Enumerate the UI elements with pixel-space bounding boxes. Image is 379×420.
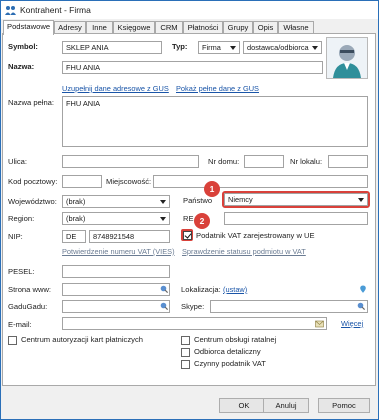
dropdown-arrow-icon — [312, 46, 318, 50]
wojewodztwo-label: Województwo: — [8, 197, 57, 206]
wojewodztwo-value: (brak) — [66, 197, 86, 206]
globe-search-icon[interactable] — [160, 302, 168, 310]
email-icon[interactable] — [315, 320, 324, 328]
dropdown-arrow-icon — [160, 200, 166, 204]
gus-full-data-link[interactable]: Pokaż pełne dane z GUS — [176, 84, 259, 94]
vat-ue-label: Podatnik VAT zarejestrowany w UE — [196, 231, 315, 240]
typ-value: Firma — [202, 43, 221, 52]
centrum-ratalne-checkbox[interactable] — [181, 336, 190, 345]
kod-pocztowy-input[interactable] — [62, 175, 102, 188]
vat-ue-checkbox[interactable] — [182, 230, 192, 240]
globe-search-icon[interactable] — [160, 285, 168, 293]
app-icon — [5, 6, 16, 15]
region-select[interactable]: (brak) — [62, 212, 170, 225]
nazwa-pelna-textarea[interactable]: FHU ANIA — [62, 96, 368, 147]
gadugadu-label: GaduGadu: — [8, 302, 48, 311]
step-badge-1: 1 — [204, 181, 220, 197]
miejscowosc-label: Miejscowość: — [106, 177, 152, 186]
globe-search-icon[interactable] — [357, 302, 365, 310]
www-input[interactable] — [62, 283, 170, 296]
role-value: dostawca/odbiorca — [247, 43, 309, 52]
pesel-label: PESEL: — [8, 267, 35, 276]
nip-prefix-input[interactable]: DE — [62, 230, 86, 243]
nazwa-pelna-label: Nazwa pełna: — [8, 98, 55, 107]
panstwo-select[interactable]: Niemcy — [224, 193, 368, 206]
tab-podstawowe[interactable]: Podstawowe — [3, 20, 54, 35]
title-bar: Kontrahent - Firma — [1, 1, 378, 19]
skype-input[interactable] — [210, 300, 368, 313]
nazwa-label: Nazwa: — [8, 62, 35, 71]
region-label: Region: — [8, 214, 35, 223]
symbol-input[interactable]: SKLEP ANIA — [62, 41, 162, 54]
nr-domu-label: Nr domu: — [208, 157, 240, 166]
gus-address-link[interactable]: Uzupełnij dane adresowe z GUS — [62, 84, 169, 94]
panstwo-label: Państwo — [183, 196, 213, 205]
email-input[interactable] — [62, 317, 327, 330]
miejscowosc-input[interactable] — [153, 175, 368, 188]
region-value: (brak) — [66, 214, 86, 223]
step-badge-2: 2 — [194, 213, 210, 229]
pesel-input[interactable] — [62, 265, 170, 278]
www-label: Strona www: — [8, 285, 52, 294]
dropdown-arrow-icon — [358, 198, 364, 202]
help-button[interactable]: Pomoc — [318, 398, 370, 413]
ulica-input[interactable] — [62, 155, 199, 168]
role-select[interactable]: dostawca/odbiorca — [243, 41, 322, 54]
nr-domu-input[interactable] — [244, 155, 284, 168]
status-vat-link[interactable]: Sprawdzenie statusu podmiotu w VAT — [182, 247, 306, 257]
nip-input[interactable]: 8748921548 — [89, 230, 170, 243]
kod-pocztowy-label: Kod pocztowy: — [8, 177, 58, 186]
nr-lokalu-label: Nr lokalu: — [290, 157, 323, 166]
typ-select[interactable]: Firma — [198, 41, 240, 54]
ulica-label: Ulica: — [8, 157, 27, 166]
avatar[interactable] — [326, 37, 368, 79]
czynny-vat-checkbox[interactable] — [181, 360, 190, 369]
dropdown-arrow-icon — [230, 46, 236, 50]
dropdown-arrow-icon — [160, 217, 166, 221]
avatar-icon — [333, 45, 361, 78]
nazwa-input[interactable]: FHU ANIA — [62, 61, 323, 74]
typ-label: Typ: — [172, 42, 188, 51]
lokalizacja-label: Lokalizacja: — [181, 285, 221, 294]
symbol-label: Symbol: — [8, 42, 38, 51]
cancel-button[interactable]: Anuluj — [263, 398, 309, 413]
regon-input[interactable] — [224, 212, 368, 225]
location-pin-icon[interactable] — [359, 285, 367, 293]
centrum-kart-label: Centrum autoryzacji kart płatniczych — [21, 335, 143, 344]
nr-lokalu-input[interactable] — [328, 155, 368, 168]
czynny-vat-label: Czynny podatnik VAT — [194, 359, 266, 368]
vies-link[interactable]: Potwierdzenie numeru VAT (VIES) — [62, 247, 175, 257]
nip-label: NIP: — [8, 232, 23, 241]
regon-label: RE — [183, 214, 194, 223]
window-title: Kontrahent - Firma — [20, 5, 91, 15]
centrum-kart-checkbox[interactable] — [8, 336, 17, 345]
panstwo-value: Niemcy — [228, 195, 253, 204]
lokalizacja-link[interactable]: (ustaw) — [223, 285, 247, 295]
email-label: E-mail: — [8, 320, 32, 329]
skype-label: Skype: — [181, 302, 205, 311]
ok-button[interactable]: OK — [219, 398, 269, 413]
gadugadu-input[interactable] — [62, 300, 170, 313]
wojewodztwo-select[interactable]: (brak) — [62, 195, 170, 208]
wiecej-link[interactable]: Więcej — [341, 319, 363, 329]
odbiorca-detaliczny-label: Odbiorca detaliczny — [194, 347, 261, 356]
odbiorca-detaliczny-checkbox[interactable] — [181, 348, 190, 357]
centrum-ratalne-label: Centrum obsługi ratalnej — [194, 335, 277, 344]
